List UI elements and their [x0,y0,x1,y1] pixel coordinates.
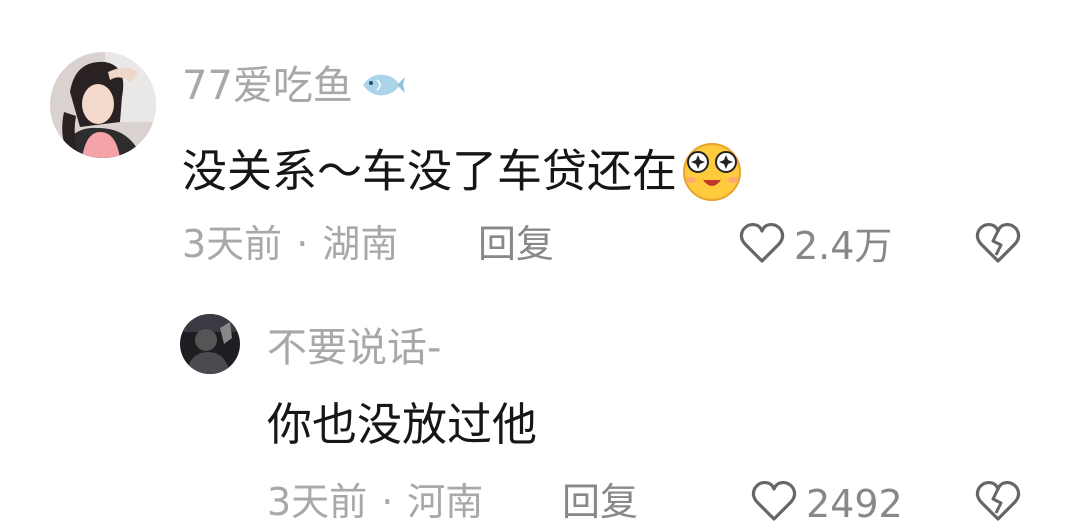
like-button[interactable]: 2.4万 [738,221,892,271]
dislike-button[interactable] [974,479,1022,527]
comment-text: 没关系～车没了车贷还在 [182,140,745,209]
comment-time: 3天前 [267,480,368,524]
comment-location: 湖南 [322,222,399,266]
comment-time: 3天前 [182,222,283,266]
like-count: 2492 [806,482,903,526]
broken-heart-icon [974,222,1022,269]
heart-icon [738,221,786,271]
meta-separator: · [296,222,309,266]
meta-separator: · [381,480,394,524]
comment-text: 你也没放过他 [267,398,538,451]
heart-icon [750,479,798,529]
avatar[interactable] [50,52,156,158]
comment-location: 河南 [407,480,484,524]
starry-eyes-emoji-icon [679,140,745,209]
comment-text-body: 没关系～车没了车贷还在 [182,144,678,198]
comment-meta: 3天前 · 湖南 [182,225,398,263]
username-text: 77爱吃鱼 [182,63,353,109]
comment-username[interactable]: 77爱吃鱼 [182,66,405,109]
fish-icon [359,68,405,109]
like-count: 2.4万 [794,224,893,268]
avatar-image [50,52,156,158]
reply-button[interactable]: 回复 [562,483,638,521]
like-button[interactable]: 2492 [750,479,903,529]
comment-username[interactable]: 不要说话- [267,328,441,368]
reply-button[interactable]: 回复 [478,225,554,263]
broken-heart-icon [974,480,1022,527]
comment-meta: 3天前 · 河南 [267,483,483,521]
avatar-image [180,314,240,374]
dislike-button[interactable] [974,221,1022,269]
avatar[interactable] [180,314,240,374]
